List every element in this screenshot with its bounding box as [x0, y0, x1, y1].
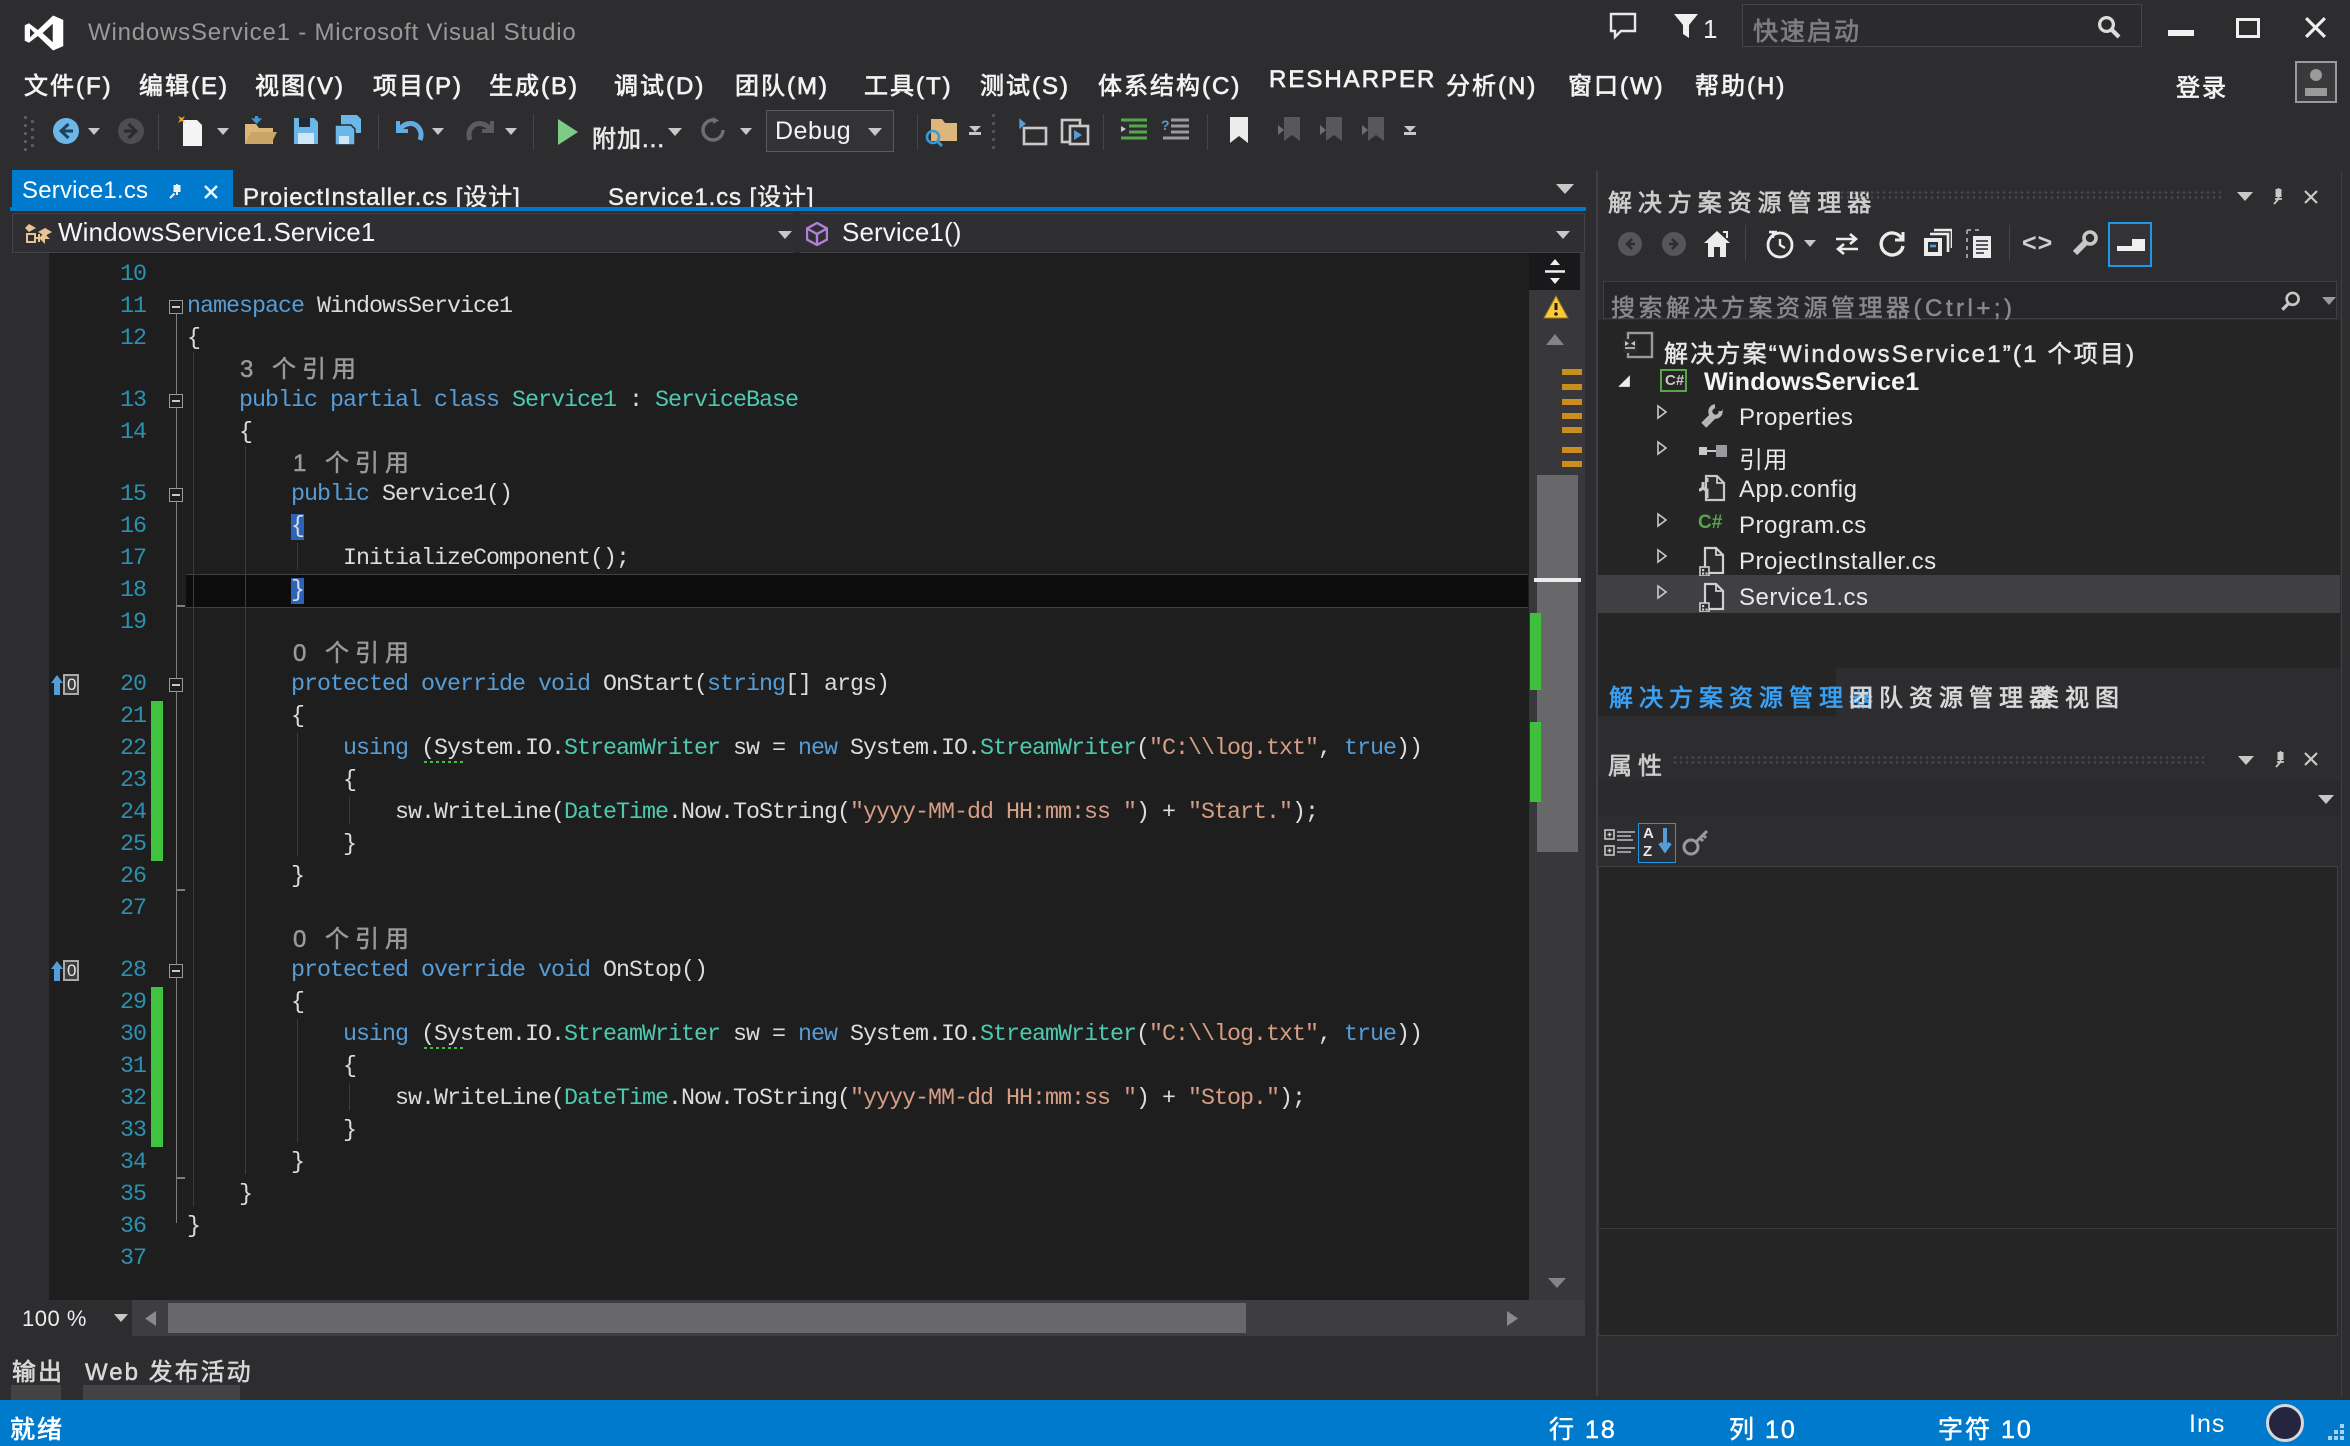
- svg-text:?: ?: [1161, 118, 1170, 133]
